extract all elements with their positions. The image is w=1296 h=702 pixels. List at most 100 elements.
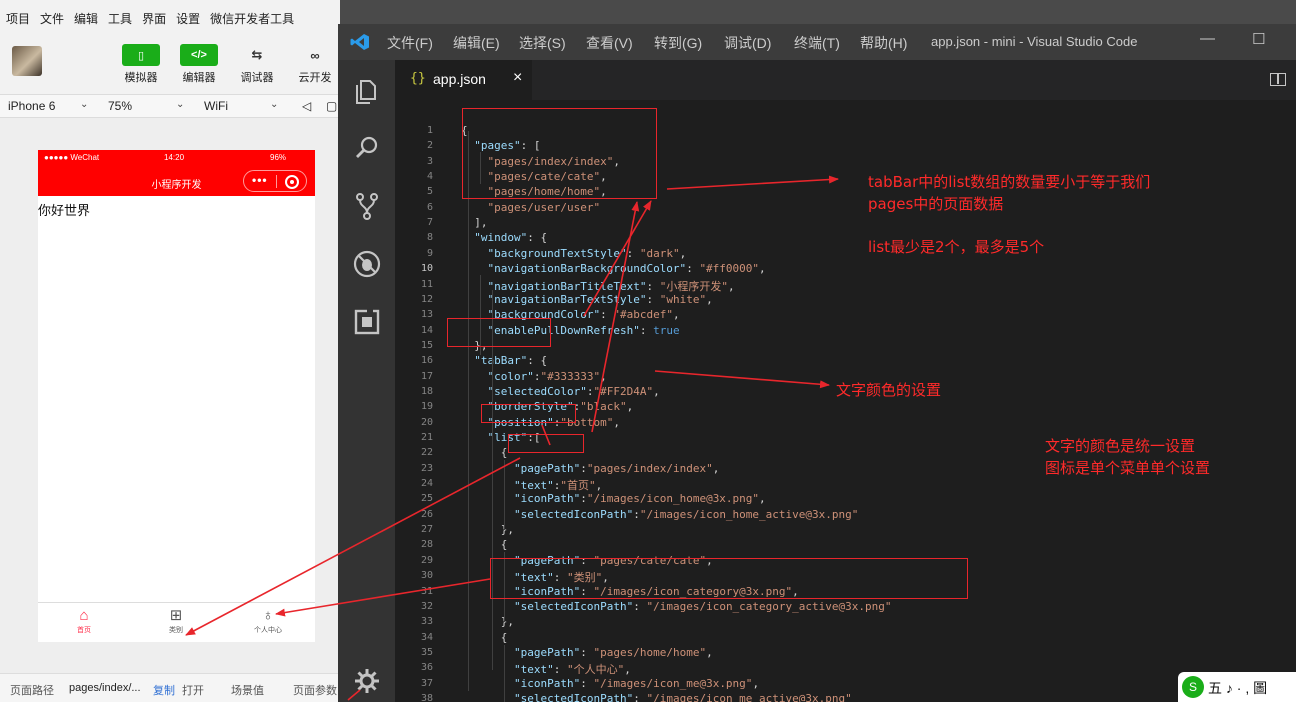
code-line[interactable]: "pages/user/user"	[461, 201, 601, 214]
zoom-select[interactable]: 75% ⌄	[108, 99, 188, 113]
code-line[interactable]: "tabBar": {	[461, 354, 547, 367]
cloud-button[interactable]: ∞ 云开发	[292, 44, 338, 85]
more-icon[interactable]: •••	[252, 173, 268, 187]
code-line[interactable]: "iconPath":"/images/icon_home@3x.png",	[461, 492, 766, 505]
activity-bar	[338, 60, 395, 702]
minimize-button[interactable]: —	[1200, 30, 1215, 47]
split-editor-icon[interactable]	[1270, 73, 1286, 86]
code-line[interactable]: "selectedIconPath": "/images/icon_catego…	[461, 600, 892, 613]
page-params-label[interactable]: 页面参数	[293, 682, 337, 698]
extensions-icon[interactable]	[352, 307, 382, 337]
volume-icon[interactable]: ◁	[302, 99, 311, 113]
tab-category-label: 类别	[169, 627, 183, 634]
close-miniprogram-icon[interactable]	[285, 175, 299, 189]
wx-menu-file[interactable]: 文件	[40, 10, 64, 27]
simulator-label: 模拟器	[124, 72, 158, 84]
open-link[interactable]: 打开	[182, 682, 204, 698]
tab-home[interactable]: ⌂ 首页	[54, 607, 114, 635]
simulator-button[interactable]: ▯ 模拟器	[118, 44, 164, 85]
note-list-range: list最少是2个，最多是5个	[868, 238, 1045, 256]
menu-view[interactable]: 查看(V)	[586, 33, 633, 53]
code-line[interactable]: "iconPath": "/images/icon_me@3x.png",	[461, 677, 759, 690]
line-number: 7	[426, 217, 433, 229]
gear-icon[interactable]	[352, 666, 382, 696]
line-number: 23	[420, 462, 433, 474]
code-line[interactable]: "selectedColor":"#FF2D4A",	[461, 385, 660, 398]
line-number: 17	[420, 370, 433, 382]
tab-app-json[interactable]: {} app.json ×	[395, 60, 532, 100]
code-line[interactable]: "color":"#333333",	[461, 370, 607, 383]
indent-guide	[468, 131, 469, 691]
vscode-titlebar: 文件(F) 编辑(E) 选择(S) 查看(V) 转到(G) 调试(D) 终端(T…	[338, 24, 1296, 60]
code-line[interactable]: "selectedIconPath": "/images/icon_me_act…	[461, 692, 852, 702]
avatar[interactable]	[12, 46, 42, 76]
debugger-button[interactable]: ⇆ 调试器	[234, 44, 280, 85]
menu-help[interactable]: 帮助(H)	[860, 33, 907, 53]
menu-go[interactable]: 转到(G)	[654, 33, 702, 53]
rotate-icon[interactable]: ▢	[326, 99, 337, 113]
tab-profile[interactable]: ♁ 个人中心	[238, 607, 298, 635]
phone-tabbar: ⌂ 首页 ⊞ 类别 ♁ 个人中心	[38, 602, 315, 642]
code-line[interactable]: "text": "个人中心",	[461, 661, 631, 677]
menu-file[interactable]: 文件(F)	[387, 33, 433, 53]
tab-home-label: 首页	[77, 627, 91, 634]
wx-menu-tools[interactable]: 工具	[108, 10, 132, 27]
wx-menu-edit[interactable]: 编辑	[74, 10, 98, 27]
menu-debug[interactable]: 调试(D)	[724, 33, 771, 53]
maximize-button[interactable]: ☐	[1252, 30, 1265, 48]
capsule-menu[interactable]: •••	[243, 170, 307, 192]
line-number: 26	[420, 508, 433, 520]
code-line[interactable]: "selectedIconPath":"/images/icon_home_ac…	[461, 508, 858, 521]
capsule-divider	[276, 175, 277, 188]
network-select[interactable]: WiFi ⌄	[204, 99, 284, 113]
copy-link[interactable]: 复制	[153, 682, 175, 698]
search-icon[interactable]	[352, 133, 382, 163]
zoom-value: 75%	[108, 99, 133, 113]
wx-menu-view[interactable]: 界面	[142, 10, 166, 27]
code-line[interactable]: "navigationBarTextStyle": "white",	[461, 293, 713, 306]
sogou-logo-icon: S	[1182, 676, 1204, 698]
scene-label[interactable]: 场景值	[231, 682, 264, 698]
wx-menu-devtools[interactable]: 微信开发者工具	[210, 10, 294, 27]
editor-button[interactable]: </> 编辑器	[176, 44, 222, 85]
grid-icon: ⊞	[169, 607, 183, 624]
source-control-icon[interactable]	[352, 191, 382, 221]
tabbar-highlight-box	[447, 318, 551, 347]
line-number: 6	[426, 201, 433, 213]
device-select[interactable]: iPhone 6 ⌄	[8, 99, 94, 113]
debugger-label: 调试器	[240, 72, 274, 84]
clock: 14:20	[164, 153, 185, 162]
json-file-icon: {}	[410, 71, 426, 86]
menu-terminal[interactable]: 终端(T)	[794, 33, 840, 53]
phone-icon: ▯	[122, 44, 160, 66]
line-number: 22	[420, 447, 433, 459]
line-number: 14	[420, 324, 433, 336]
note-icon-individual: 图标是单个菜单单个设置	[1045, 459, 1211, 477]
tab-category[interactable]: ⊞ 类别	[146, 607, 206, 635]
line-number: 38	[420, 692, 433, 702]
code-line[interactable]: "pagePath":"pages/index/index",	[461, 462, 719, 475]
close-icon[interactable]: ×	[513, 69, 522, 87]
line-number: 33	[420, 616, 433, 628]
chevron-down-icon: ⌄	[80, 99, 89, 110]
debug-icon[interactable]	[352, 249, 382, 279]
wx-menu-project[interactable]: 项目	[6, 10, 30, 27]
line-number: 3	[426, 155, 433, 167]
code-line[interactable]: "backgroundTextStyle": "dark",	[461, 247, 687, 260]
home-icon: ⌂	[79, 607, 89, 624]
code-line[interactable]: "navigationBarBackgroundColor": "#ff0000…	[461, 262, 766, 275]
code-line[interactable]: "pagePath": "pages/home/home",	[461, 646, 713, 659]
code-line[interactable]: "navigationBarTitleText": "小程序开发",	[461, 278, 735, 294]
menu-edit[interactable]: 编辑(E)	[453, 33, 500, 53]
page-content: 你好世界	[38, 203, 91, 218]
wx-menu-settings[interactable]: 设置	[176, 10, 200, 27]
explorer-icon[interactable]	[352, 77, 382, 107]
code-line[interactable]: "text":"首页",	[461, 477, 602, 493]
line-number: 28	[420, 539, 433, 551]
code-line[interactable]: ],	[461, 216, 487, 229]
code-line[interactable]: "window": {	[461, 231, 547, 244]
ime-toolbar[interactable]: S 五 ♪ · , 圖	[1178, 672, 1296, 702]
menu-selection[interactable]: 选择(S)	[519, 33, 566, 53]
line-number: 10	[420, 263, 433, 275]
line-number: 1	[426, 125, 433, 136]
